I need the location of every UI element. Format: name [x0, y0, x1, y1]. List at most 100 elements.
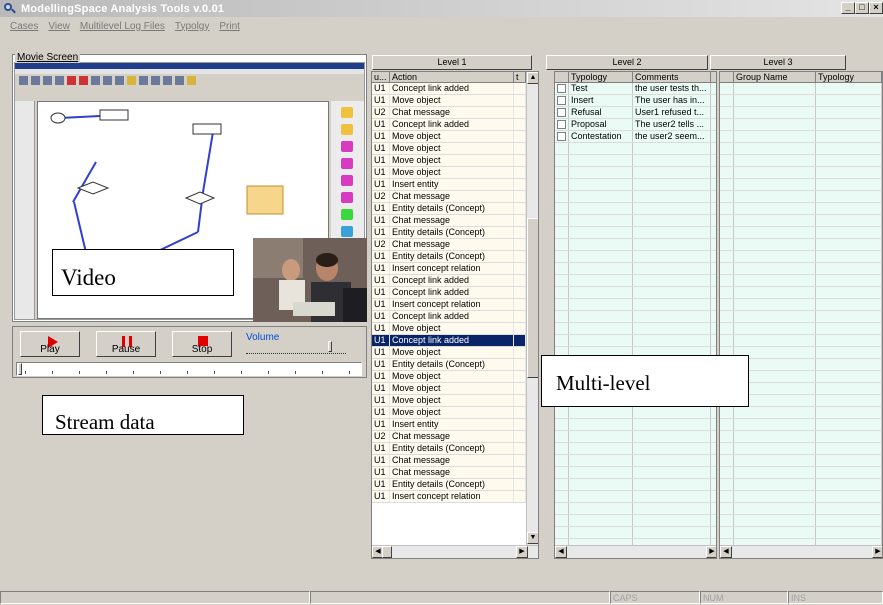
col-time[interactable]: t [514, 72, 526, 82]
row-checkbox[interactable] [555, 119, 569, 130]
table-row[interactable] [720, 527, 882, 539]
minimize-button[interactable]: _ [841, 2, 855, 14]
col-typology[interactable]: Typology [569, 72, 633, 82]
row-checkbox[interactable] [555, 419, 569, 430]
table-row[interactable] [555, 323, 716, 335]
level-3-hscroll[interactable]: ◀ ▶ [720, 545, 882, 558]
row-checkbox[interactable] [555, 431, 569, 442]
row-checkbox[interactable] [555, 95, 569, 106]
menu-print[interactable]: Print [219, 21, 240, 32]
table-row[interactable]: U1 Concept link added [372, 275, 538, 287]
table-row[interactable] [555, 287, 716, 299]
table-row[interactable]: U1 Move object [372, 371, 538, 383]
table-row[interactable]: U1 Concept link added [372, 119, 538, 131]
row-checkbox[interactable] [555, 251, 569, 262]
table-row[interactable]: U1 Move object [372, 347, 538, 359]
table-row[interactable]: U1 Move object [372, 407, 538, 419]
table-row[interactable]: U1 Move object [372, 383, 538, 395]
table-row[interactable] [555, 479, 716, 491]
table-row[interactable] [555, 215, 716, 227]
table-row[interactable] [720, 503, 882, 515]
table-row[interactable]: U1 Concept link added [372, 335, 538, 347]
row-checkbox[interactable] [555, 275, 569, 286]
col-typology-3[interactable]: Typology [816, 72, 882, 82]
table-row[interactable] [720, 275, 882, 287]
table-row[interactable] [720, 215, 882, 227]
table-row[interactable]: Refusal User1 refused t... [555, 107, 716, 119]
table-row[interactable] [720, 419, 882, 431]
col-user[interactable]: u... [372, 72, 390, 82]
scroll-left-icon[interactable]: ◀ [555, 546, 567, 558]
table-row[interactable] [555, 263, 716, 275]
table-row[interactable]: Test the user tests th... [555, 83, 716, 95]
table-row[interactable] [555, 431, 716, 443]
row-checkbox[interactable] [555, 155, 569, 166]
table-row[interactable] [555, 203, 716, 215]
row-checkbox[interactable] [555, 503, 569, 514]
table-row[interactable] [555, 335, 716, 347]
table-row[interactable] [720, 251, 882, 263]
table-row[interactable]: U1 Insert concept relation [372, 299, 538, 311]
level-2-hscroll[interactable]: ◀ ▶ [555, 545, 716, 558]
table-row[interactable]: U2 Chat message [372, 239, 538, 251]
table-row[interactable]: U1 Concept link added [372, 83, 538, 95]
row-checkbox[interactable] [555, 227, 569, 238]
table-row[interactable] [555, 455, 716, 467]
table-row[interactable]: U1 Chat message [372, 455, 538, 467]
table-row[interactable] [720, 467, 882, 479]
row-checkbox[interactable] [555, 287, 569, 298]
scroll-down-icon[interactable]: ▼ [527, 532, 538, 544]
table-row[interactable] [555, 527, 716, 539]
row-checkbox[interactable] [555, 83, 569, 94]
scroll-right-icon[interactable]: ▶ [516, 546, 528, 558]
seek-thumb[interactable] [18, 363, 22, 375]
tab-level-1[interactable]: Level 1 [372, 55, 532, 70]
row-checkbox[interactable] [555, 191, 569, 202]
table-row[interactable] [720, 119, 882, 131]
table-row[interactable]: Insert The user has in... [555, 95, 716, 107]
table-row[interactable] [555, 275, 716, 287]
tab-level-3[interactable]: Level 3 [710, 55, 846, 70]
table-row[interactable] [720, 491, 882, 503]
table-row[interactable] [555, 251, 716, 263]
table-row[interactable]: U1 Insert entity [372, 419, 538, 431]
row-checkbox[interactable] [555, 263, 569, 274]
table-row[interactable]: U1 Entity details (Concept) [372, 443, 538, 455]
table-row[interactable]: U1 Move object [372, 143, 538, 155]
maximize-button[interactable]: □ [855, 2, 869, 14]
table-row[interactable] [555, 155, 716, 167]
table-row[interactable] [720, 239, 882, 251]
col-action[interactable]: Action [390, 72, 514, 82]
row-checkbox[interactable] [555, 299, 569, 310]
table-row[interactable] [555, 299, 716, 311]
scroll-right-icon[interactable]: ▶ [706, 546, 716, 558]
level-1-vscroll[interactable]: ▲ ▼ [526, 72, 538, 558]
col-comments[interactable]: Comments [633, 72, 711, 82]
row-checkbox[interactable] [555, 143, 569, 154]
table-row[interactable] [720, 143, 882, 155]
table-row[interactable]: U1 Concept link added [372, 311, 538, 323]
table-row[interactable] [720, 131, 882, 143]
table-row[interactable] [555, 443, 716, 455]
table-row[interactable]: U1 Entity details (Concept) [372, 203, 538, 215]
table-row[interactable] [720, 179, 882, 191]
scroll-left-icon[interactable]: ◀ [720, 546, 732, 558]
table-row[interactable] [720, 515, 882, 527]
table-row[interactable]: U2 Chat message [372, 431, 538, 443]
table-row[interactable]: U1 Chat message [372, 215, 538, 227]
table-row[interactable]: U1 Move object [372, 131, 538, 143]
table-row[interactable] [720, 443, 882, 455]
volume-slider-thumb[interactable] [327, 341, 332, 352]
table-row[interactable]: U1 Entity details (Concept) [372, 227, 538, 239]
table-row[interactable] [555, 311, 716, 323]
table-row[interactable] [720, 299, 882, 311]
table-row[interactable]: U1 Entity details (Concept) [372, 479, 538, 491]
table-row[interactable] [555, 179, 716, 191]
table-row[interactable] [555, 419, 716, 431]
table-row[interactable]: U1 Move object [372, 167, 538, 179]
table-row[interactable]: U1 Chat message [372, 467, 538, 479]
table-row[interactable] [720, 323, 882, 335]
table-row[interactable] [720, 455, 882, 467]
table-row[interactable] [720, 227, 882, 239]
table-row[interactable]: U1 Entity details (Concept) [372, 251, 538, 263]
